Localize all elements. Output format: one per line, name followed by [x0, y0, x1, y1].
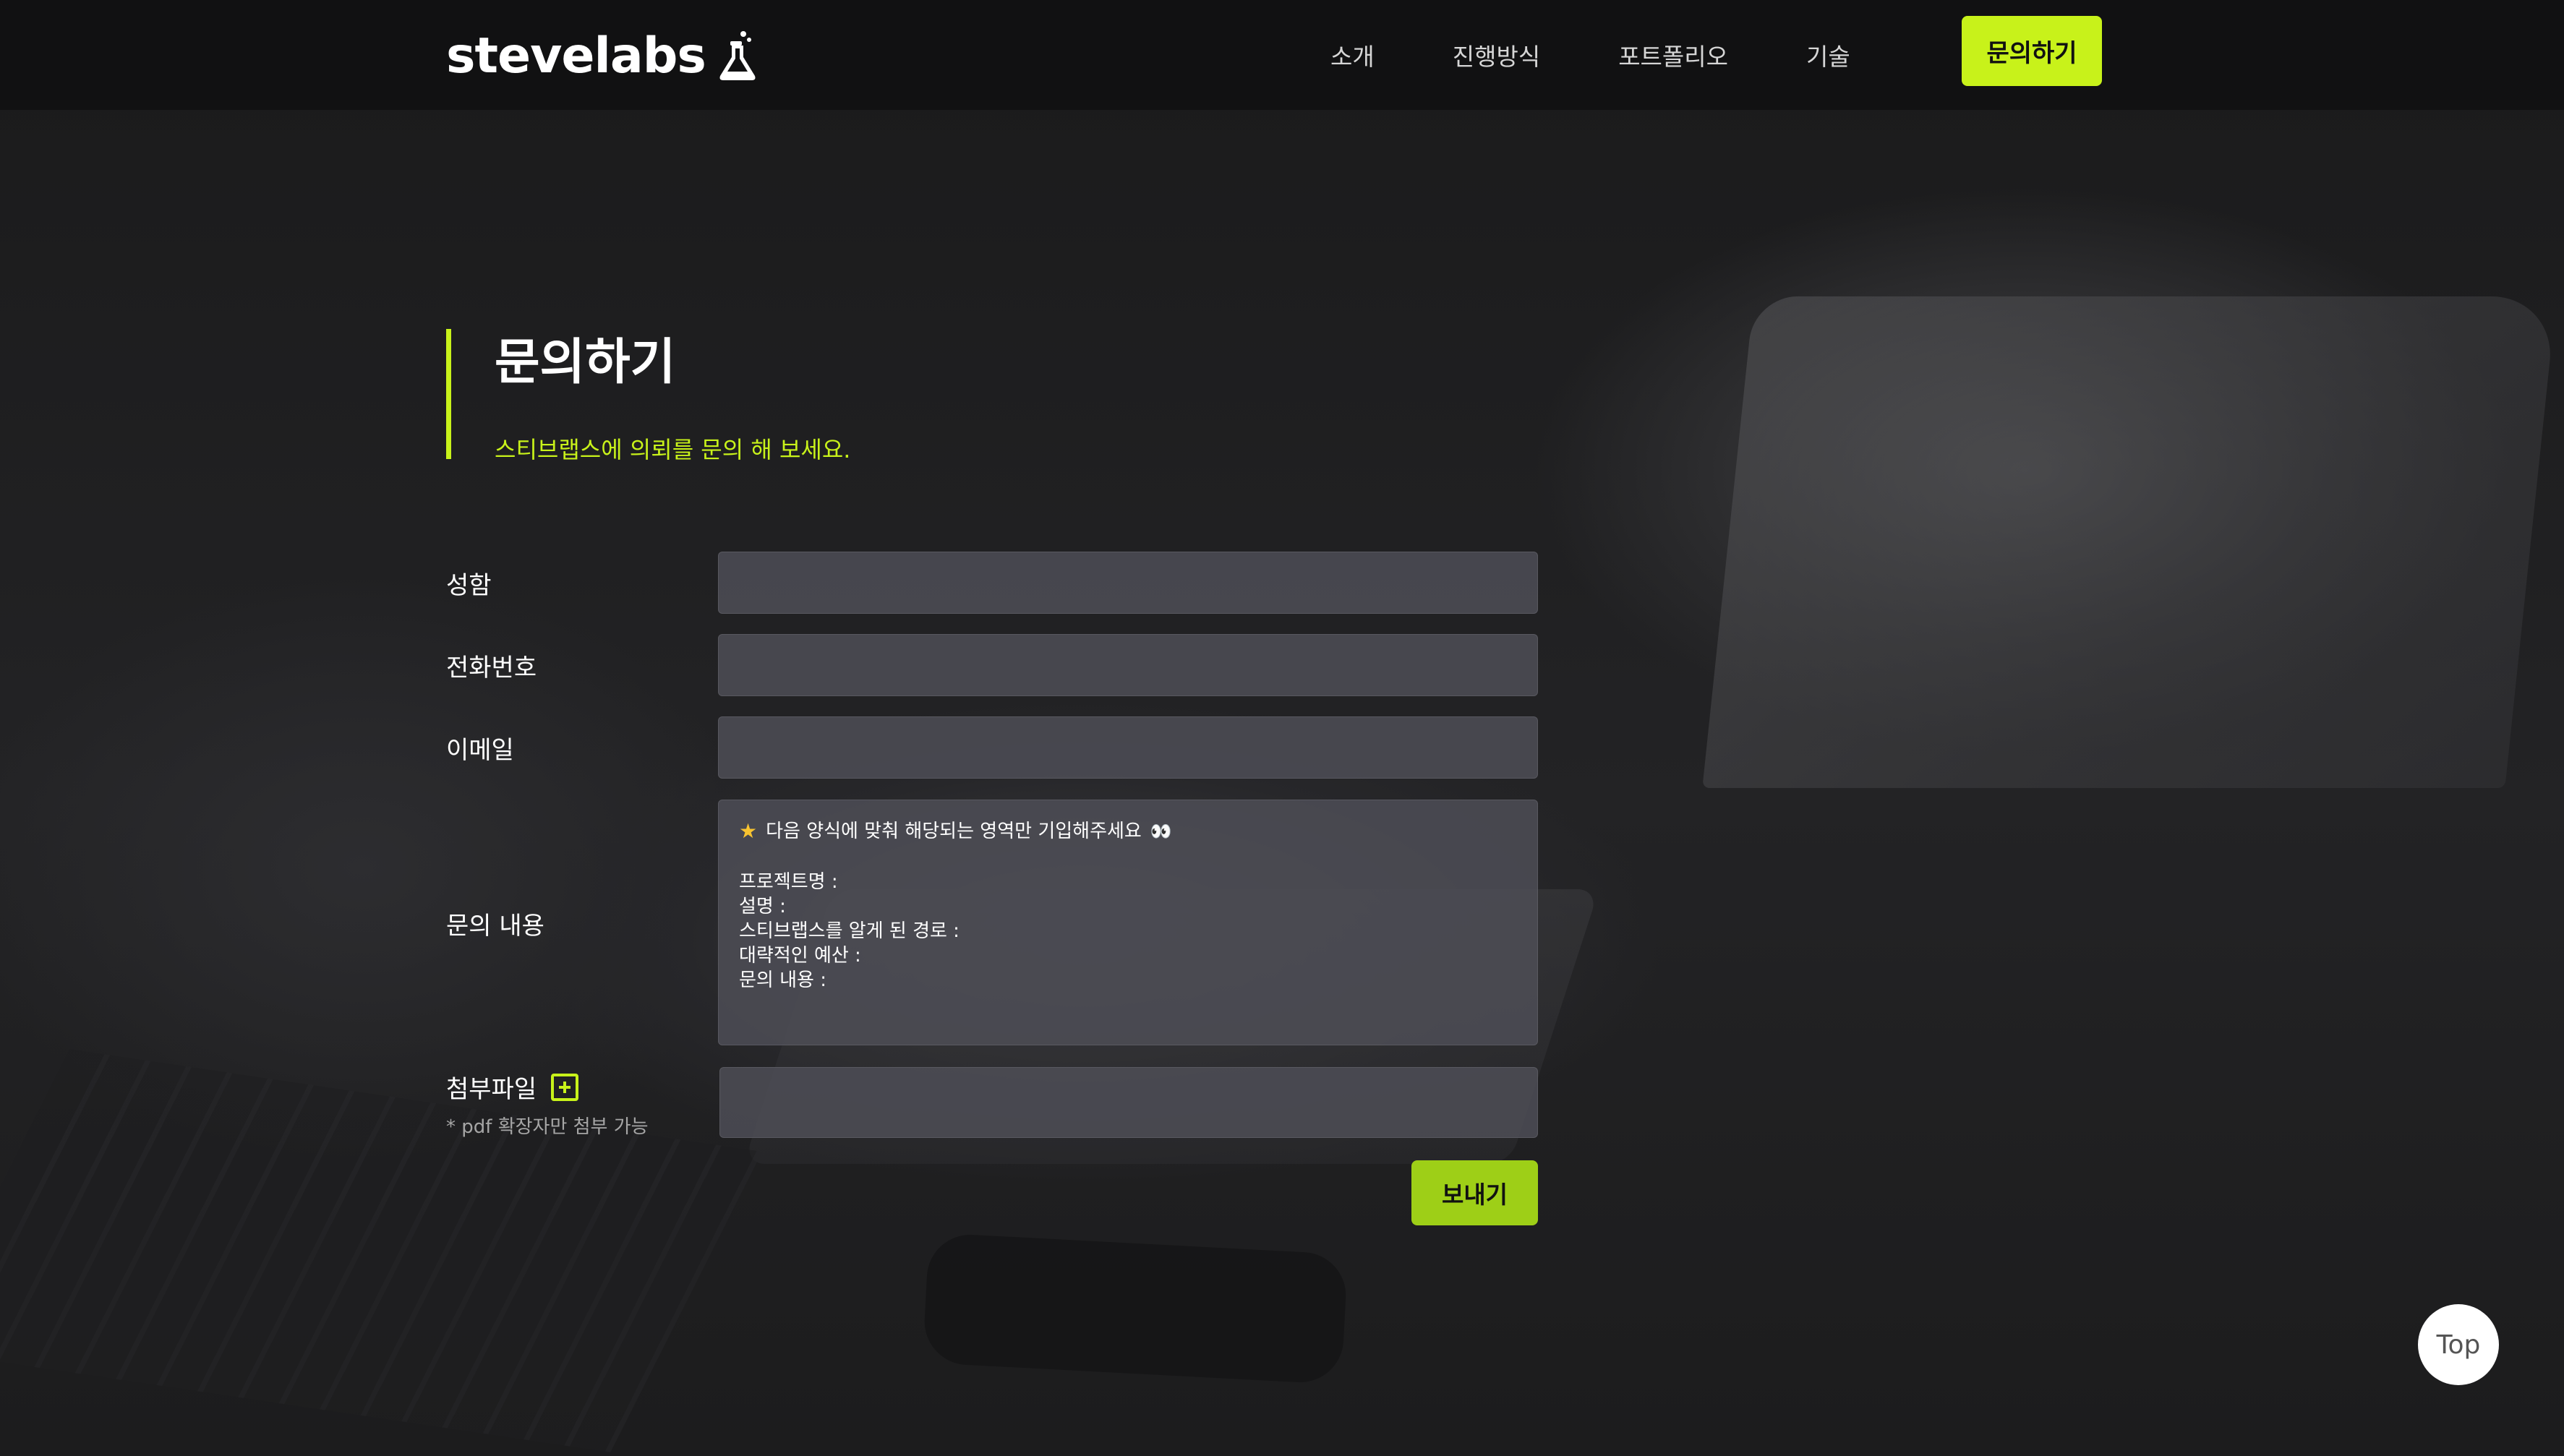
phone-label: 전화번호: [446, 654, 537, 682]
content-template-line: 설명 :: [739, 896, 786, 917]
file-input[interactable]: [719, 1067, 1538, 1138]
name-label: 성함: [446, 571, 492, 600]
flask-icon: [719, 31, 756, 80]
background-keyboard: [0, 1049, 763, 1452]
file-label: 첨부파일: [446, 1075, 537, 1104]
nav-item-tech[interactable]: 기술: [1806, 38, 1850, 72]
eyes-icon: 👀: [1150, 821, 1172, 842]
scroll-top-button[interactable]: Top: [2418, 1304, 2499, 1385]
name-input[interactable]: [718, 552, 1538, 614]
page-title: 문의하기: [495, 334, 676, 391]
contact-cta-button[interactable]: 문의하기: [1962, 16, 2102, 86]
content-template-heading: ★ 다음 양식에 맞춰 해당되는 영역만 기입해주세요 👀: [739, 819, 1517, 844]
content-label: 문의 내용: [446, 912, 544, 941]
content-template-line: 스티브랩스를 알게 된 경로 :: [739, 920, 960, 942]
content-textarea[interactable]: ★ 다음 양식에 맞춰 해당되는 영역만 기입해주세요 👀 프로젝트명 : 설명…: [718, 800, 1538, 1045]
background-phone: [922, 1232, 1349, 1385]
content-template-heading-text: 다음 양식에 맞춰 해당되는 영역만 기입해주세요: [766, 821, 1142, 842]
phone-input[interactable]: [718, 634, 1538, 696]
nav-item-portfolio[interactable]: 포트폴리오: [1618, 38, 1728, 72]
main-nav: 소개 진행방식 포트폴리오 기술: [1330, 0, 1928, 110]
nav-item-intro[interactable]: 소개: [1330, 38, 1375, 72]
add-file-icon[interactable]: [551, 1073, 579, 1101]
content-template-line: 프로젝트명 :: [739, 871, 838, 893]
email-input[interactable]: [718, 716, 1538, 779]
file-note: * pdf 확장자만 첨부 가능: [446, 1116, 649, 1138]
submit-button[interactable]: 보내기: [1411, 1160, 1538, 1225]
page-subtitle: 스티브랩스에 의뢰를 문의 해 보세요.: [495, 436, 851, 463]
email-label: 이메일: [446, 736, 514, 765]
nav-item-process[interactable]: 진행방식: [1453, 38, 1540, 72]
page-title-block: 문의하기 스티브랩스에 의뢰를 문의 해 보세요.: [446, 329, 850, 463]
site-header: stevelabs 소개 진행방식 포트폴리오 기술 문의하기: [0, 0, 2564, 110]
content-template-line: 문의 내용 :: [739, 969, 826, 991]
star-icon: ★: [739, 819, 758, 843]
file-label-row: 첨부파일: [446, 1069, 579, 1105]
background-laptop-lid: [1702, 296, 2557, 788]
logo-text: stevelabs: [446, 27, 706, 85]
content-template-line: 대략적인 예산 :: [739, 945, 861, 967]
logo[interactable]: stevelabs: [446, 23, 759, 88]
